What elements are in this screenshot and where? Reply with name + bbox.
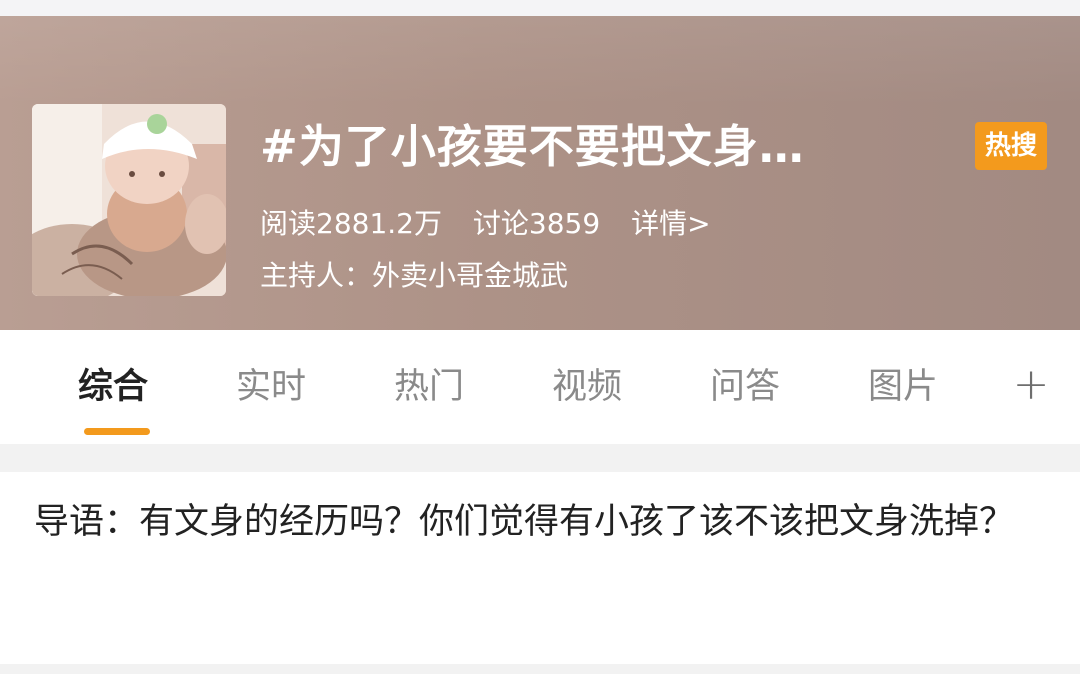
hot-search-badge: 热搜 — [975, 122, 1047, 170]
tab-hot[interactable]: 热门 — [394, 364, 464, 410]
intro-card: 导语：有文身的经历吗？你们觉得有小孩了该不该把文身洗掉？ — [0, 472, 1080, 664]
topic-title: #为了小孩要不要把文身… — [260, 120, 805, 173]
read-count: 阅读2881.2万 — [260, 207, 442, 240]
topic-stats: 阅读2881.2万 讨论3859 详情> — [260, 204, 733, 244]
status-strip — [0, 0, 1080, 16]
tab-qa[interactable]: 问答 — [710, 364, 780, 410]
discussion-count: 讨论3859 — [472, 207, 601, 240]
tab-comprehensive[interactable]: 综合 — [78, 364, 148, 410]
tab-bar: 综合 实时 热门 视频 问答 图片 + — [0, 330, 1080, 444]
tab-images[interactable]: 图片 — [868, 364, 938, 410]
baby-photo-icon — [32, 104, 226, 296]
topic-cover-image[interactable] — [32, 104, 226, 296]
tabs-fade — [930, 330, 990, 444]
active-tab-indicator — [84, 428, 150, 435]
topic-host[interactable]: 主持人：外卖小哥金城武 — [260, 256, 568, 296]
tab-video[interactable]: 视频 — [552, 364, 622, 410]
topic-header: #为了小孩要不要把文身… 热搜 阅读2881.2万 讨论3859 详情> 主持人… — [0, 16, 1080, 330]
tab-realtime[interactable]: 实时 — [236, 364, 306, 410]
intro-text: 导语：有文身的经历吗？你们觉得有小孩了该不该把文身洗掉？ — [34, 502, 1015, 542]
plus-icon[interactable]: + — [1006, 360, 1056, 410]
details-link[interactable]: 详情> — [631, 207, 710, 240]
